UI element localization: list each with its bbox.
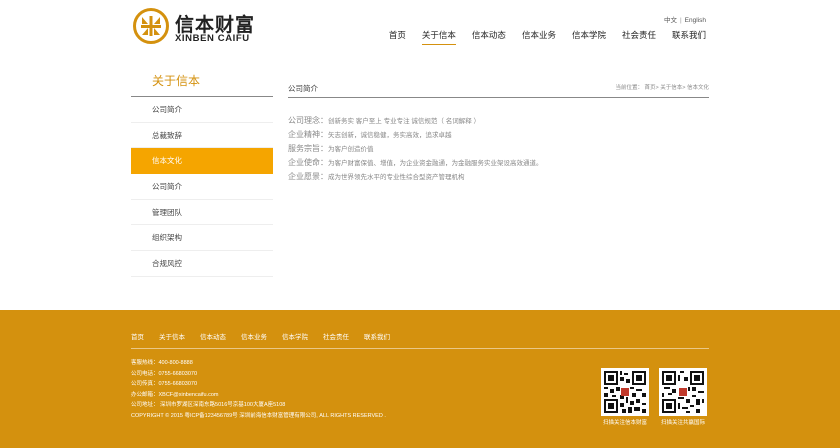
sidebar-item-company-intro[interactable]: 公司简介 (131, 97, 273, 123)
main-header: 公司简介 当前位置： 首页> 关于信本> 信本文化 (288, 78, 709, 98)
sidebar-item-company-intro-2[interactable]: 公司简介 (131, 174, 273, 200)
footer-nav-about[interactable]: 关于信本 (159, 331, 185, 341)
content-text: 创新务实 客户至上 专业专注 诚信规范（ 名词解释 ） (328, 118, 481, 125)
footer-email: 办公邮箱：XBCF@xinbencaifu.com (131, 391, 219, 398)
content-line-mission: 企业使命：为客户财富保值、增值，为企业资金融通，为金融服务实业架设高效通道。 (288, 156, 709, 170)
content-text: 为客户财富保值、增值，为企业资金融通，为金融服务实业架设高效通道。 (328, 160, 543, 167)
footer-nav-news[interactable]: 信本动态 (200, 331, 226, 341)
content-label: 服务宗旨： (288, 144, 328, 153)
qr-code-icon (601, 368, 649, 416)
footer-nav-business[interactable]: 信本业务 (241, 331, 267, 341)
content-label: 企业愿景： (288, 172, 328, 181)
footer-divider (131, 348, 709, 349)
culture-content: 公司理念：创新务实 客户至上 专业专注 诚信规范（ 名词解释 ） 企业精神：矢志… (288, 114, 709, 184)
footer-fax: 公司传真：0755-66803070 (131, 381, 198, 387)
content-text: 为客户创造价值 (328, 146, 374, 153)
content-label: 企业使命： (288, 158, 328, 167)
content-line-philosophy: 公司理念：创新务实 客户至上 专业专注 诚信规范（ 名词解释 ） (288, 114, 709, 128)
content-line-spirit: 企业精神：矢志创新，诚信稳健，务实高效，追求卓越 (288, 128, 709, 142)
sidebar: 关于信本 公司简介 总裁致辞 信本文化 公司简介 管理团队 组织架构 合规风控 (131, 64, 273, 277)
content-label: 企业精神： (288, 130, 328, 139)
breadcrumb: 当前位置： 首页> 关于信本> 信本文化 (615, 85, 709, 91)
nav-item-academy[interactable]: 信本学院 (572, 29, 606, 45)
lang-separator: | (679, 17, 682, 24)
qr-code-gongying: 扫描关注共赢国际 (659, 368, 707, 426)
qr-caption: 扫描关注信本财富 (602, 420, 647, 426)
language-switch: 中文 | English (664, 14, 706, 24)
footer-nav-home[interactable]: 首页 (131, 331, 144, 341)
logo-name-en: XINBEN CAIFU (175, 33, 250, 44)
content-text: 成为世界领先水平的专业性综合型资产管理机构 (328, 174, 465, 181)
qr-code-xinben: 扫描关注信本财富 (601, 368, 649, 426)
logo-mark-icon (133, 8, 169, 44)
footer-copyright: COPYRIGHT © 2015 粤ICP备123456789号 深圳前海信本财… (131, 412, 386, 419)
nav-item-contact[interactable]: 联系我们 (672, 29, 706, 45)
sidebar-item-management-team[interactable]: 管理团队 (131, 200, 273, 226)
footer-phone: 公司电话：0755-66803070 (131, 370, 198, 377)
nav-item-responsibility[interactable]: 社会责任 (622, 29, 656, 45)
content-text: 矢志创新，诚信稳健，务实高效，追求卓越 (328, 132, 452, 139)
sidebar-item-org-structure[interactable]: 组织架构 (131, 225, 273, 252)
footer-nav: 首页 关于信本 信本动态 信本业务 信本学院 社会责任 联系我们 (131, 331, 405, 341)
sidebar-title: 关于信本 (131, 64, 273, 97)
main-nav: 首页 关于信本 信本动态 信本业务 信本学院 社会责任 联系我们 (373, 29, 706, 45)
sidebar-item-president-speech[interactable]: 总裁致辞 (131, 123, 273, 149)
nav-item-news[interactable]: 信本动态 (472, 29, 506, 45)
lang-en-link[interactable]: English (685, 17, 706, 24)
footer-hotline: 客服热线：400-800-8888 (131, 360, 193, 366)
footer-nav-responsibility[interactable]: 社会责任 (323, 331, 349, 341)
content-label: 公司理念： (288, 116, 328, 125)
footer: 首页 关于信本 信本动态 信本业务 信本学院 社会责任 联系我们 客服热线：40… (0, 310, 840, 448)
footer-nav-contact[interactable]: 联系我们 (364, 331, 390, 341)
footer-nav-academy[interactable]: 信本学院 (282, 331, 308, 341)
nav-item-business[interactable]: 信本业务 (522, 29, 556, 45)
nav-item-home[interactable]: 首页 (389, 29, 406, 45)
nav-item-about[interactable]: 关于信本 (421, 29, 456, 45)
footer-address: 公司地址： 深圳市罗湖区深南东路5016号京基100大厦A座5108 (131, 402, 286, 408)
footer-contact-info: 客服热线：400-800-8888 公司电话：0755-66803070 公司传… (131, 358, 386, 421)
header: 信本财富 XINBEN CAIFU 中文 | English 首页 关于信本 信本动… (0, 0, 840, 50)
logo[interactable]: 信本财富 XINBEN CAIFU (133, 8, 254, 44)
qr-code-icon (659, 368, 707, 416)
sidebar-item-culture[interactable]: 信本文化 (131, 148, 273, 175)
sidebar-item-compliance[interactable]: 合规风控 (131, 251, 273, 277)
lang-cn-link[interactable]: 中文 (664, 17, 677, 24)
content-line-service: 服务宗旨：为客户创造价值 (288, 142, 709, 156)
content-line-vision: 企业愿景：成为世界领先水平的专业性综合型资产管理机构 (288, 170, 709, 184)
page-title: 公司简介 (288, 84, 318, 93)
main-content: 公司简介 当前位置： 首页> 关于信本> 信本文化 公司理念：创新务实 客户至上… (288, 78, 709, 184)
qr-caption: 扫描关注共赢国际 (660, 420, 705, 426)
